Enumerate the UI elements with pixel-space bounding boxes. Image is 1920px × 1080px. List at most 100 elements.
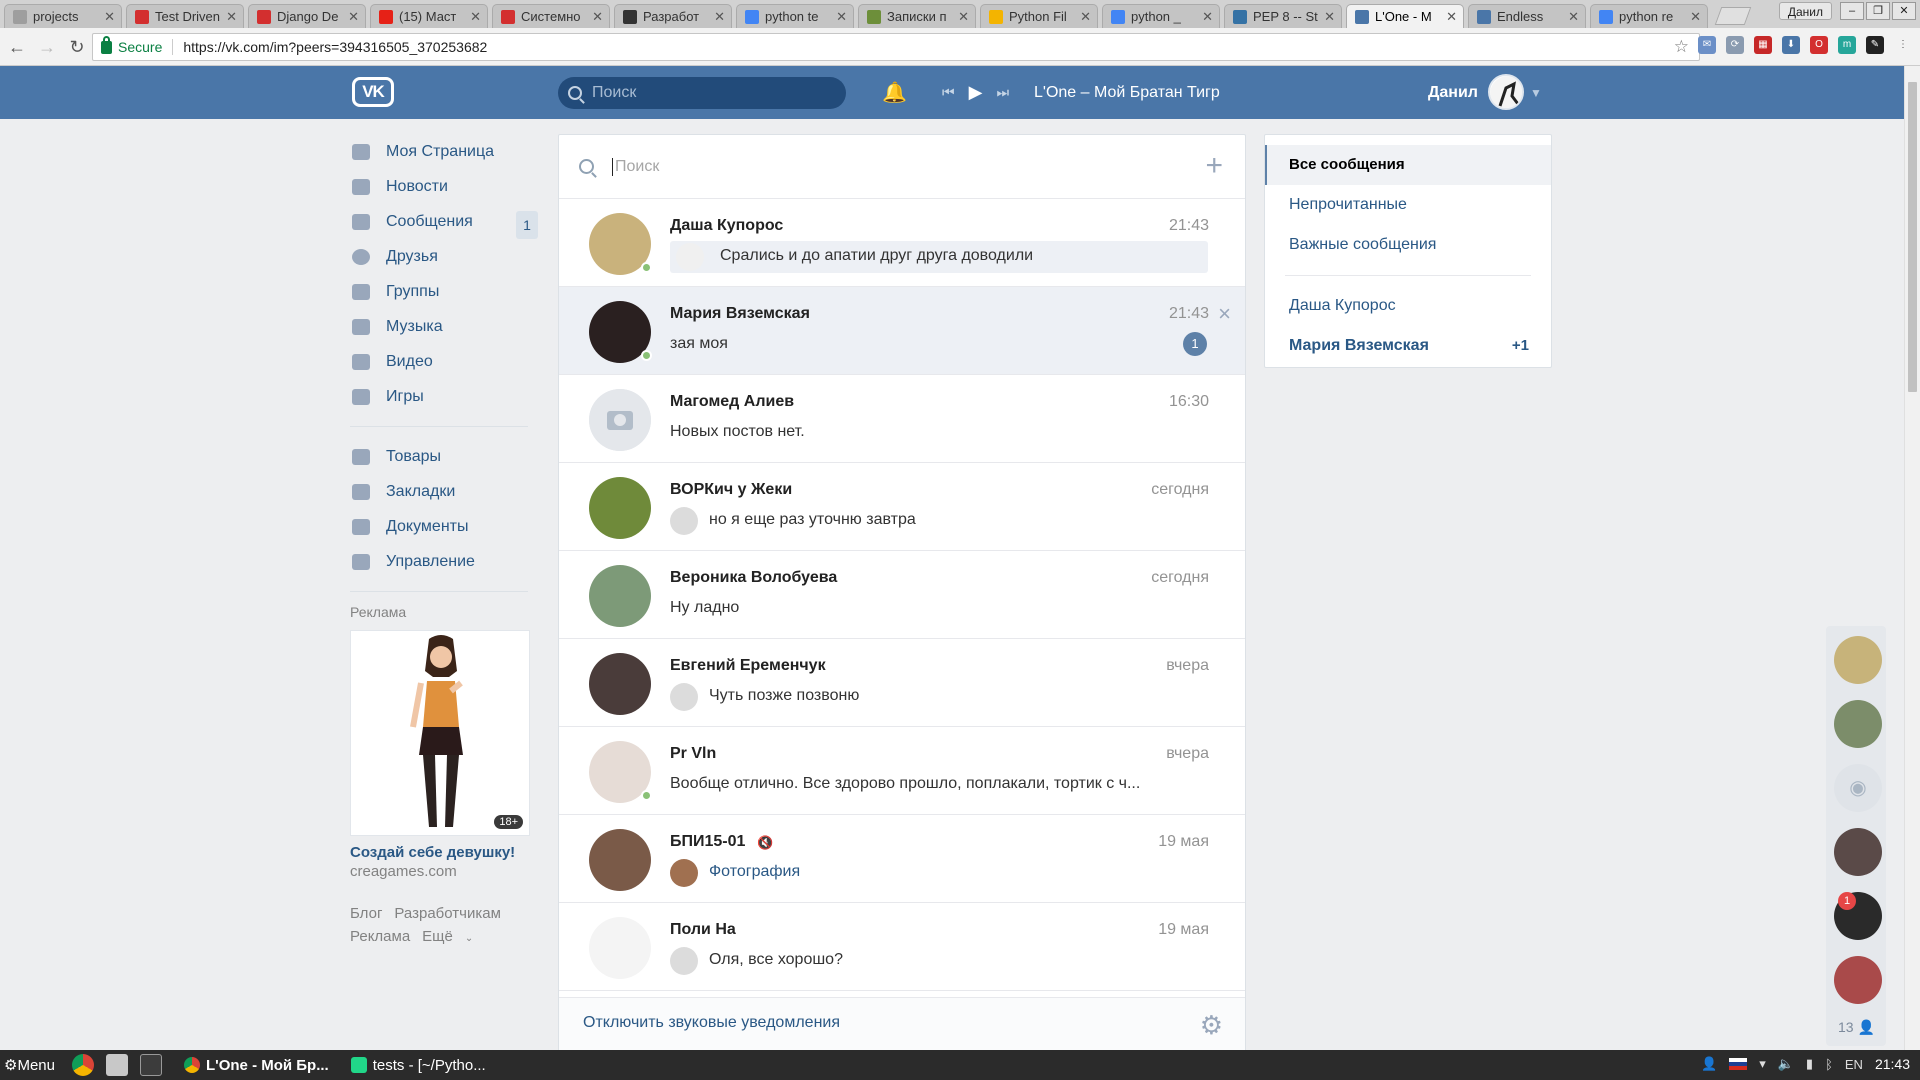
browser-tab[interactable]: python re ✕ bbox=[1590, 4, 1708, 28]
menu-item-document[interactable]: Документы bbox=[350, 509, 538, 544]
menu-item-video[interactable]: Видео bbox=[350, 344, 538, 379]
clock[interactable]: 21:43 bbox=[1875, 1056, 1910, 1072]
sync-extension-icon[interactable]: ⟳ bbox=[1726, 36, 1744, 54]
close-window-button[interactable]: ✕ bbox=[1892, 2, 1916, 20]
browser-tab[interactable]: Разработ ✕ bbox=[614, 4, 732, 28]
start-menu-button[interactable]: ⚙Menu bbox=[4, 1056, 60, 1074]
close-icon[interactable]: ✕ bbox=[348, 9, 359, 25]
dialog-row[interactable]: БПИ15-01 🔇 19 мая Фотография bbox=[559, 815, 1245, 903]
chat-count[interactable]: 13 👤 bbox=[1838, 1019, 1875, 1036]
next-track-icon[interactable]: ⏭ bbox=[996, 84, 1009, 101]
close-icon[interactable]: ✕ bbox=[714, 9, 725, 25]
chrome-launcher-icon[interactable] bbox=[72, 1054, 94, 1076]
menu-item-groups[interactable]: Группы bbox=[350, 274, 538, 309]
ad-title-link[interactable]: Создай себе девушку! bbox=[350, 844, 538, 861]
menu-item-home[interactable]: Моя Страница bbox=[350, 134, 538, 169]
address-bar[interactable]: Secure https://vk.com/im?peers=394316505… bbox=[92, 33, 1700, 61]
gear-icon[interactable]: ⚙ bbox=[1200, 1010, 1223, 1041]
taskbar-task-ide[interactable]: tests - [~/Pytho... bbox=[350, 1057, 486, 1074]
close-icon[interactable]: ✕ bbox=[226, 9, 237, 25]
close-icon[interactable]: ✕ bbox=[1324, 9, 1335, 25]
volume-icon[interactable]: 🔈 bbox=[1778, 1056, 1794, 1072]
wifi-icon[interactable]: ▾ bbox=[1759, 1056, 1766, 1072]
close-icon[interactable]: ✕ bbox=[1568, 9, 1579, 25]
close-icon[interactable]: ✕ bbox=[592, 9, 603, 25]
disable-sound-link[interactable]: Отключить звуковые уведомления bbox=[583, 1014, 840, 1032]
chevron-down-icon[interactable]: ▼ bbox=[1530, 86, 1542, 100]
folder-peer-dasha[interactable]: Даша Купорос bbox=[1265, 286, 1551, 326]
menu-item-games[interactable]: Игры bbox=[350, 379, 538, 414]
dialog-row[interactable]: Pr Vln вчера Вообще отлично. Все здорово п… bbox=[559, 727, 1245, 815]
scrollbar-thumb[interactable] bbox=[1908, 82, 1917, 392]
dialog-row[interactable]: ВОРКич у Жеки сегодня но я еще раз уточню … bbox=[559, 463, 1245, 551]
folder-all-messages[interactable]: Все сообщения bbox=[1265, 145, 1551, 185]
close-icon[interactable]: ✕ bbox=[470, 9, 481, 25]
dialog-row[interactable]: Евгений Еременчук вчера Чуть позже позвоню bbox=[559, 639, 1245, 727]
close-icon[interactable]: × bbox=[1218, 301, 1231, 327]
footer-devs-link[interactable]: Разработчикам bbox=[394, 905, 500, 922]
wrench-extension-icon[interactable]: ✎ bbox=[1866, 36, 1884, 54]
close-icon[interactable]: ✕ bbox=[1446, 9, 1457, 25]
chat-avatar[interactable] bbox=[1834, 956, 1882, 1004]
chat-avatar[interactable]: ◉ bbox=[1834, 764, 1882, 812]
chat-avatar[interactable] bbox=[1834, 828, 1882, 876]
folder-peer-maria[interactable]: Мария Вяземская +1 bbox=[1265, 326, 1551, 366]
menu-item-friends[interactable]: Друзья bbox=[350, 239, 538, 274]
dialog-row[interactable]: Поли На 19 мая Оля, все хорошо? bbox=[559, 903, 1245, 991]
header-search-input[interactable]: Поиск bbox=[558, 77, 846, 109]
mail-extension-icon[interactable]: ✉ bbox=[1698, 36, 1716, 54]
maximize-button[interactable]: ❐ bbox=[1866, 2, 1890, 20]
keyboard-layout[interactable]: EN bbox=[1845, 1057, 1863, 1072]
footer-more-link[interactable]: Ещё bbox=[422, 928, 453, 945]
browser-tab[interactable]: python _ ✕ bbox=[1102, 4, 1220, 28]
page-scrollbar[interactable] bbox=[1904, 66, 1920, 1050]
browser-tab[interactable]: (15) Маст ✕ bbox=[370, 4, 488, 28]
browser-tab[interactable]: Системно ✕ bbox=[492, 4, 610, 28]
opera-extension-icon[interactable]: O bbox=[1810, 36, 1828, 54]
browser-profile-button[interactable]: Данил bbox=[1778, 2, 1832, 20]
ad-domain[interactable]: creagames.com bbox=[350, 863, 538, 880]
browser-tab[interactable]: Django De ✕ bbox=[248, 4, 366, 28]
browser-tab[interactable]: Python Fil ✕ bbox=[980, 4, 1098, 28]
user-avatar[interactable] bbox=[1488, 74, 1524, 110]
folder-unread[interactable]: Непрочитанные bbox=[1265, 185, 1551, 225]
menu-item-news[interactable]: Новости bbox=[350, 169, 538, 204]
close-icon[interactable]: ✕ bbox=[1080, 9, 1091, 25]
chrome-menu-icon[interactable]: ⋮ bbox=[1894, 36, 1912, 54]
taskbar-task-browser[interactable]: L'One - Мой Бр... bbox=[184, 1057, 329, 1074]
lastpass-extension-icon[interactable]: ▦ bbox=[1754, 36, 1772, 54]
back-button[interactable]: ← bbox=[4, 34, 30, 60]
browser-tab[interactable]: Endless ✕ bbox=[1468, 4, 1586, 28]
previous-track-icon[interactable]: ⏮ bbox=[942, 84, 955, 101]
menu-item-star[interactable]: Закладки bbox=[350, 474, 538, 509]
m-extension-icon[interactable]: m bbox=[1838, 36, 1856, 54]
footer-blog-link[interactable]: Блог bbox=[350, 905, 382, 922]
battery-icon[interactable]: ▮ bbox=[1806, 1056, 1813, 1072]
close-icon[interactable]: ✕ bbox=[1690, 9, 1701, 25]
close-icon[interactable]: ✕ bbox=[1202, 9, 1213, 25]
ad-image[interactable]: 18+ bbox=[350, 630, 530, 836]
reload-button[interactable]: ↻ bbox=[64, 34, 90, 60]
close-icon[interactable]: ✕ bbox=[836, 9, 847, 25]
browser-tab[interactable]: PEP 8 -- St ✕ bbox=[1224, 4, 1342, 28]
files-launcher-icon[interactable] bbox=[106, 1054, 128, 1076]
user-name[interactable]: Данил bbox=[1428, 82, 1478, 104]
now-playing-title[interactable]: L'One – Мой Братан Тигр bbox=[1034, 82, 1220, 104]
browser-tab[interactable]: projects ✕ bbox=[4, 4, 122, 28]
new-message-plus-icon[interactable]: + bbox=[1205, 151, 1223, 181]
footer-ads-link[interactable]: Реклама bbox=[350, 928, 410, 945]
close-icon[interactable]: ✕ bbox=[104, 9, 115, 25]
menu-item-music[interactable]: Музыка bbox=[350, 309, 538, 344]
minimize-button[interactable]: – bbox=[1840, 2, 1864, 20]
dialog-row[interactable]: Даша Купорос 21:43 Срались и до апатии дру… bbox=[559, 199, 1245, 287]
browser-tab[interactable]: L'One - M ✕ bbox=[1346, 4, 1464, 28]
chat-avatar[interactable] bbox=[1834, 636, 1882, 684]
bluetooth-icon[interactable]: ᛒ bbox=[1825, 1057, 1833, 1072]
dialog-row[interactable]: Магомед Алиев 16:30 Новых постов нет. bbox=[559, 375, 1245, 463]
menu-item-gamepad[interactable]: Управление bbox=[350, 544, 538, 579]
bookmark-star-icon[interactable]: ☆ bbox=[1674, 37, 1689, 57]
new-tab-button[interactable] bbox=[1714, 7, 1752, 25]
browser-tab[interactable]: Записки п ✕ bbox=[858, 4, 976, 28]
browser-tab[interactable]: Test Driven ✕ bbox=[126, 4, 244, 28]
play-icon[interactable]: ▶ bbox=[969, 82, 983, 103]
